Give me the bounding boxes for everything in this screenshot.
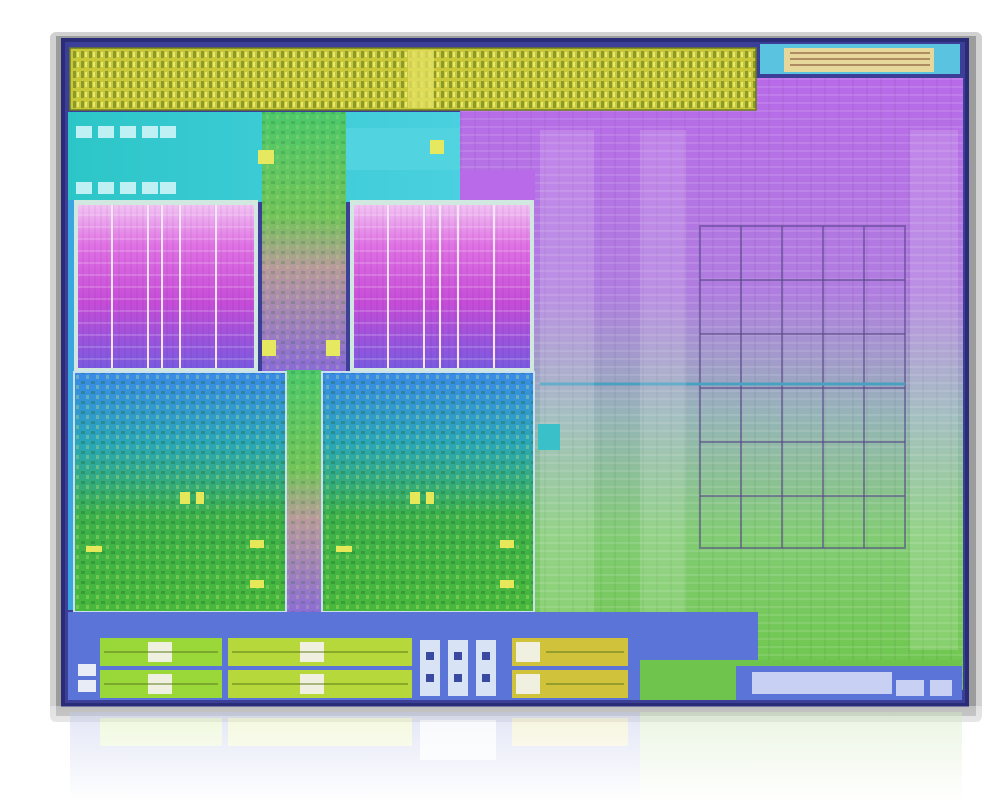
cpu-module-left-cache-texture — [78, 205, 254, 368]
small-cyan-block — [538, 424, 560, 450]
reflection-fade — [0, 706, 1000, 802]
center-io-blocks — [420, 640, 496, 696]
io-bar-center-block — [408, 50, 434, 108]
cpu-module-right-cache-texture — [354, 205, 530, 368]
die-shot-image — [0, 32, 1000, 802]
